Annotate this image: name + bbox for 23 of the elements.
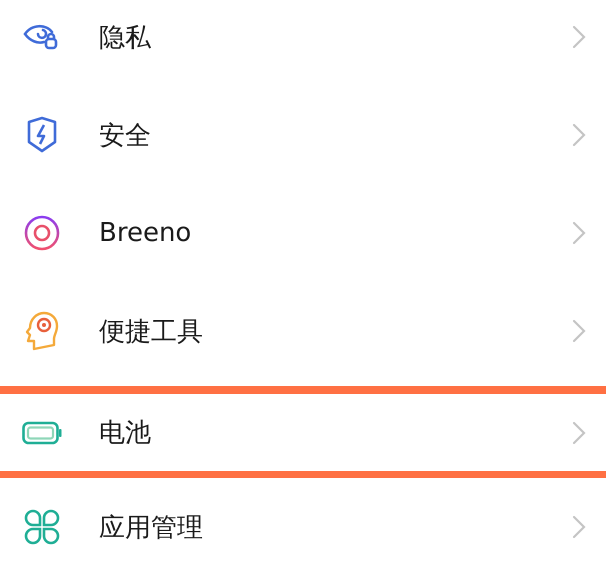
settings-label: 安全	[99, 120, 152, 152]
settings-row[interactable]: 便捷工具	[0, 282, 606, 380]
apps-icon	[24, 509, 60, 545]
settings-label: 电池	[99, 417, 152, 450]
settings-row[interactable]: 隐私	[0, 0, 606, 86]
settings-row[interactable]: 应用管理	[0, 478, 606, 568]
head-target-icon	[24, 311, 60, 351]
chevron-right-icon	[572, 420, 586, 444]
settings-label: 便捷工具	[99, 316, 204, 348]
battery-icon	[22, 420, 62, 444]
settings-row[interactable]: 安全	[0, 86, 606, 184]
chevron-right-icon	[572, 123, 586, 147]
settings-label: Breeno	[99, 218, 192, 248]
ring-icon	[23, 214, 61, 252]
settings-label: 隐私	[99, 22, 152, 54]
settings-row[interactable]: 电池	[0, 386, 606, 478]
chevron-right-icon	[572, 319, 586, 343]
settings-label: 应用管理	[99, 512, 204, 544]
chevron-right-icon	[572, 221, 586, 245]
chevron-right-icon	[572, 25, 586, 49]
settings-row[interactable]: Breeno	[0, 184, 606, 282]
chevron-right-icon	[572, 515, 586, 539]
shield-bolt-icon	[26, 116, 58, 154]
